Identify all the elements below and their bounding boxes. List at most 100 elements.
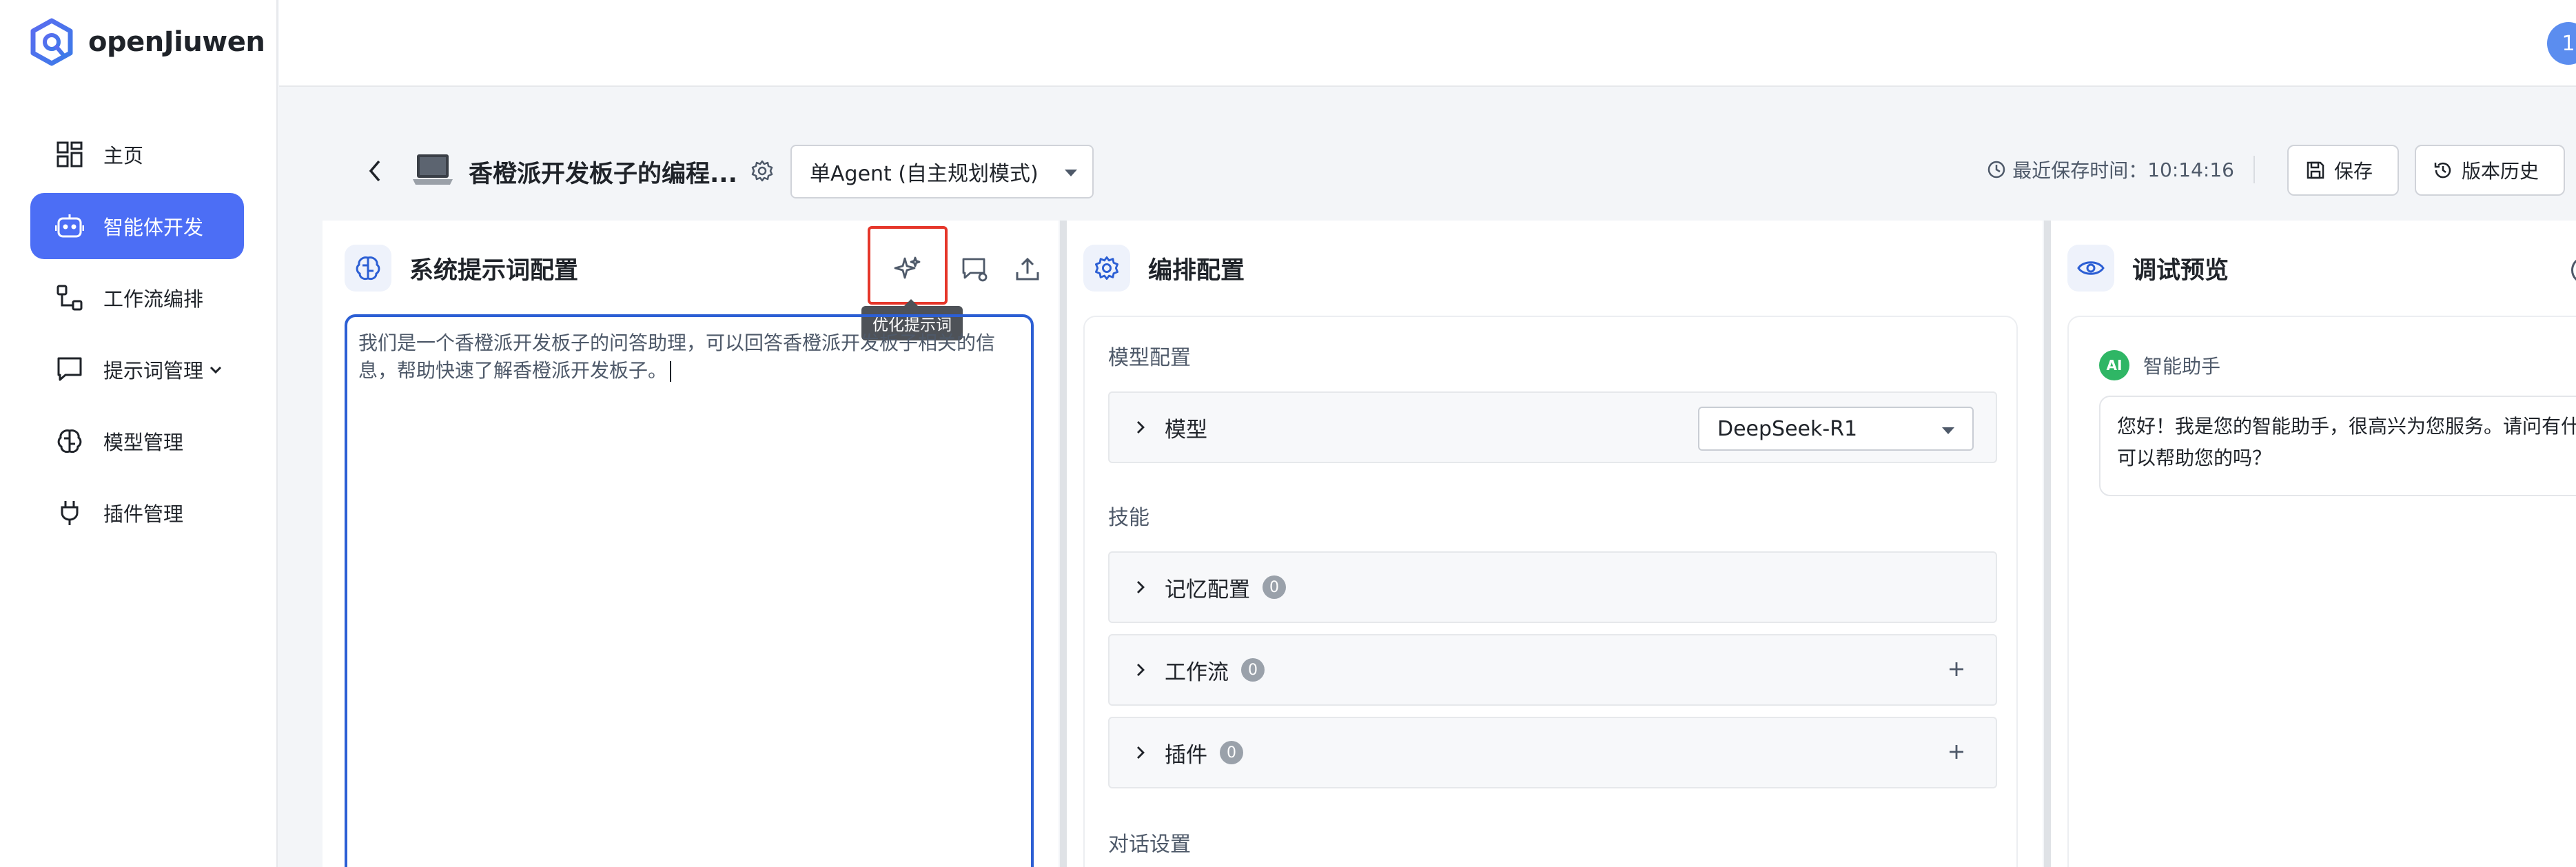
chat-area: AI 智能助手 您好！我是您的智能助手，很高兴为您服务。请问有什么可以帮助您的吗… [2067,316,2576,867]
history-icon [2434,162,2451,178]
panel-header: 调试预览 [2067,244,2229,292]
sidebar-item-prompt[interactable]: 提示词管理 [30,336,244,402]
model-label: 模型 [1165,417,1207,442]
grid-icon [54,139,85,170]
caret-down-icon [1942,427,1954,434]
skill-label: 工作流 [1165,660,1229,685]
chat-message: 您好！我是您的智能助手，很高兴为您服务。请问有什么可以帮助您的吗？ [2099,396,2576,496]
count-badge: 0 [1220,741,1243,764]
back-button[interactable] [358,154,391,187]
prompt-template-button[interactable] [957,251,994,288]
sidebar-item-agent-dev[interactable]: 智能体开发 [30,193,244,259]
chevron-right-icon [1137,421,1145,434]
section-label: 对话设置 [1108,833,1191,857]
sidebar-item-label: 提示词管理 [103,359,204,382]
upload-icon [1016,257,1039,280]
clock-icon [1987,161,2005,178]
panel-title: 调试预览 [2132,256,2229,285]
info-icon[interactable] [2571,256,2576,284]
agent-mode-value: 单Agent (自主规划模式) [810,162,1039,186]
chat-bubble-icon [54,354,85,385]
plug-icon [54,497,85,529]
sidebar-item-model[interactable]: 模型管理 [30,408,244,474]
text-cursor [670,361,672,382]
optimize-prompt-button[interactable] [889,251,926,288]
skill-row-plugin[interactable]: 插件 0 [1108,717,1997,788]
sidebar-item-label: 工作流编排 [103,287,204,311]
sidebar-item-label: 智能体开发 [103,216,204,239]
brain-icon [54,425,85,457]
sidebar-item-label: 模型管理 [103,431,184,454]
orchestration-card: 模型配置 模型 DeepSeek-R1 技能 记忆配置 0 工作流 0 插件 0 [1083,316,2018,867]
version-history-label: 版本历史 [2462,160,2539,183]
chevron-right-icon [1137,664,1145,676]
sidebar-nav: 主页 智能体开发 工作流编排 提示词管理 模型管理 插件管理 [30,121,244,551]
save-status: 最近保存时间： 10:14:16 [1986,156,2255,183]
model-value: DeepSeek-R1 [1717,416,1858,441]
save-button-label: 保存 [2334,160,2373,183]
count-badge: 0 [1263,575,1286,599]
chevron-down-icon [209,360,223,379]
orchestration-panel: 编排配置 模型配置 模型 DeepSeek-R1 技能 记忆配置 0 工作流 0… [1067,221,2043,867]
count-badge: 0 [1241,658,1265,682]
logo-mark-icon [30,18,73,66]
sidebar-item-home[interactable]: 主页 [30,121,244,187]
sidebar: openJiuwen 主页 智能体开发 工作流编排 提示词管理 模型管理 插件管… [0,0,278,867]
save-time-label: 最近保存时间： [2012,159,2148,182]
top-bar: 1 [279,0,2576,87]
bot-name: 智能助手 [2143,355,2221,378]
sparkle-icon [894,256,921,279]
skill-row-workflow[interactable]: 工作流 0 [1108,634,1997,706]
skill-label: 记忆配置 [1165,577,1250,602]
add-plugin-button[interactable] [1946,742,1967,762]
model-select[interactable]: DeepSeek-R1 [1698,407,1974,451]
panel-resize-handle[interactable] [2044,221,2051,867]
panel-header: 系统提示词配置 [345,244,578,292]
sidebar-item-workflow[interactable]: 工作流编排 [30,265,244,331]
save-button[interactable]: 保存 [2287,145,2399,196]
chevron-right-icon [1137,581,1145,593]
floppy-icon [2307,161,2324,179]
section-label: 模型配置 [1108,346,1191,370]
workflow-icon [54,282,85,314]
robot-icon [54,210,85,242]
panel-resize-handle[interactable] [1060,221,1067,867]
chat-message-text: 您好！我是您的智能助手，很高兴为您服务。请问有什么可以帮助您的吗？ [2117,415,2576,469]
system-prompt-panel: 系统提示词配置 优化提示词 我们是一个香橙派开发板子的问答助理，可以回答香橙派开… [323,221,1059,867]
agent-mode-select[interactable]: 单Agent (自主规划模式) [790,145,1094,198]
skill-label: 插件 [1165,742,1207,768]
gear-icon [1083,245,1130,292]
sidebar-item-plugin[interactable]: 插件管理 [30,480,244,546]
laptop-icon [413,154,453,185]
debug-preview-panel: 调试预览 AI 智能助手 您好！我是您的智能助手，很高兴为您服务。请问有什么可以… [2051,221,2576,867]
brain-icon [345,245,391,292]
divider [2253,156,2255,183]
avatar: AI [2099,350,2129,380]
save-time-value: 10:14:16 [2147,158,2234,181]
chat-settings-icon [962,258,988,282]
add-workflow-button[interactable] [1946,659,1967,680]
avatar[interactable]: 1 [2547,22,2576,65]
export-button[interactable] [1009,251,1046,288]
model-row[interactable]: 模型 DeepSeek-R1 [1108,391,1997,463]
eye-icon [2067,245,2114,292]
sidebar-item-label: 主页 [103,144,144,167]
logo[interactable]: openJiuwen [28,18,265,66]
chevron-right-icon [1137,746,1145,759]
panel-header: 编排配置 [1083,244,1245,292]
skill-row-memory[interactable]: 记忆配置 0 [1108,551,1997,623]
caret-down-icon [1065,170,1077,176]
panel-title: 编排配置 [1148,256,1245,285]
agent-header: 香橙派开发板子的编程... 单Agent (自主规划模式) 最近保存时间： 10… [279,138,2576,204]
panel-title: 系统提示词配置 [409,256,579,285]
version-history-button[interactable]: 版本历史 [2415,145,2565,196]
system-prompt-textarea[interactable]: 我们是一个香橙派开发板子的问答助理，可以回答香橙派开发板子相关的信息，帮助快速了… [345,314,1034,867]
system-prompt-text: 我们是一个香橙派开发板子的问答助理，可以回答香橙派开发板子相关的信息，帮助快速了… [358,332,996,382]
gear-icon[interactable] [750,159,775,183]
bot-identity: AI 智能助手 [2099,350,2220,380]
page-title: 香橙派开发板子的编程... [469,161,737,188]
section-label: 技能 [1108,506,1149,530]
sidebar-item-label: 插件管理 [103,502,184,526]
chevron-left-icon [369,160,380,182]
brand-name: openJiuwen [88,26,265,58]
